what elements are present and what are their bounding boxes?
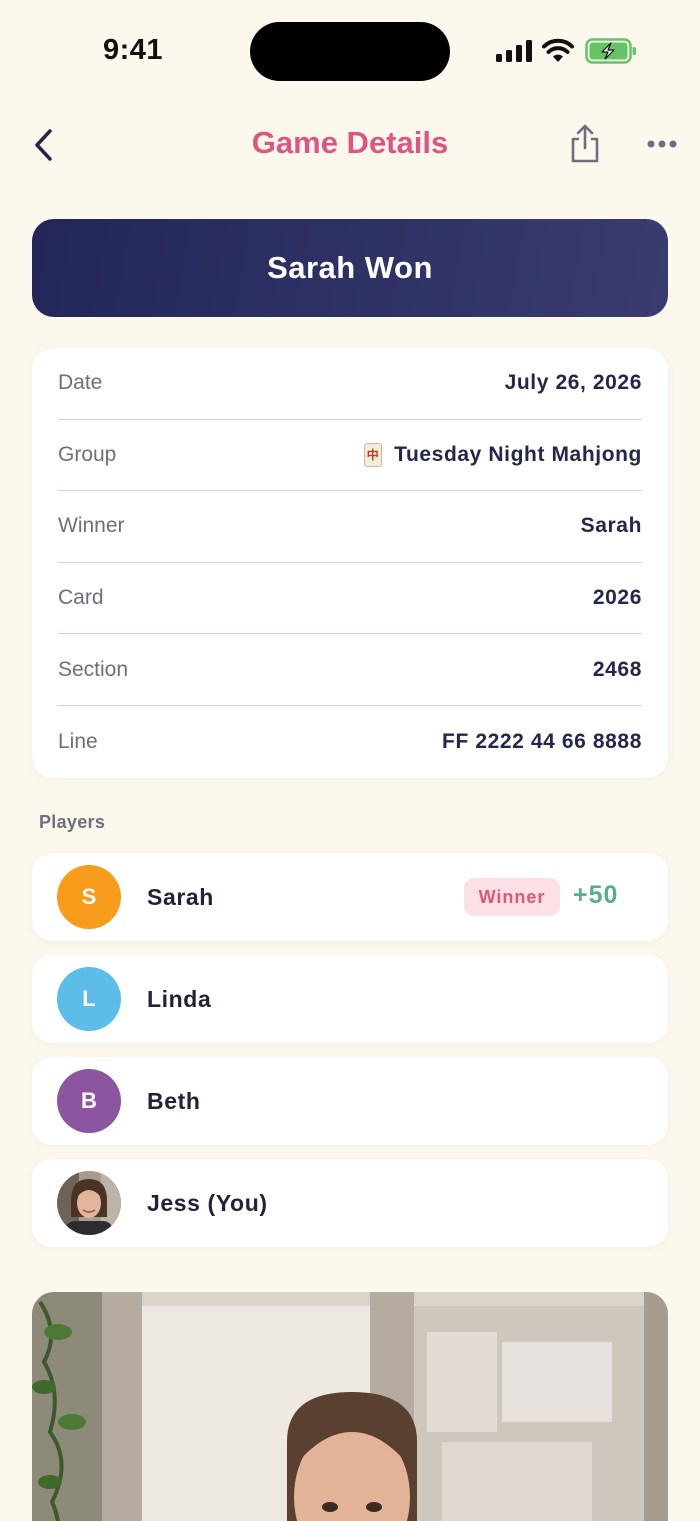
detail-value: Sarah: [580, 514, 642, 538]
player-name: Beth: [147, 1087, 201, 1114]
player-row-sarah[interactable]: S Sarah Winner +50: [32, 853, 668, 941]
player-name: Jess (You): [147, 1189, 268, 1216]
avatar-initial: B: [81, 1088, 97, 1113]
detail-row-winner: Winner Sarah: [58, 491, 642, 563]
detail-label: Winner: [58, 514, 125, 538]
detail-value: July 26, 2026: [504, 371, 642, 395]
detail-label: Date: [58, 371, 103, 395]
detail-row-card: Card 2026: [58, 563, 642, 635]
detail-row-section: Section 2468: [58, 634, 642, 706]
avatar-photo: [57, 1171, 121, 1235]
mahjong-tile-icon: 中: [364, 442, 383, 467]
player-points: +50: [573, 881, 619, 909]
players-section-label: Players: [39, 812, 106, 832]
detail-value: FF 2222 44 66 8888: [442, 729, 642, 753]
detail-label: Line: [58, 729, 98, 753]
share-icon[interactable]: [568, 122, 602, 164]
player-row-beth[interactable]: B Beth: [32, 1057, 668, 1145]
player-row-jess[interactable]: Jess (You): [32, 1159, 668, 1247]
dynamic-island: [250, 22, 450, 81]
more-options-icon[interactable]: [642, 132, 682, 156]
game-details-card: Date July 26, 2026 Group 中 Tuesday Night…: [32, 348, 668, 778]
detail-label: Section: [58, 657, 129, 681]
player-row-linda[interactable]: L Linda: [32, 955, 668, 1043]
status-time: 9:41: [103, 34, 164, 66]
avatar: B: [57, 1069, 121, 1133]
detail-value: Tuesday Night Mahjong: [394, 442, 642, 466]
game-photo[interactable]: [32, 1292, 668, 1521]
wifi-icon: [542, 38, 574, 62]
detail-value: 2026: [592, 586, 642, 610]
player-name: Linda: [147, 985, 212, 1012]
detail-row-date: Date July 26, 2026: [58, 348, 642, 420]
avatar: S: [57, 865, 121, 929]
detail-label: Card: [58, 586, 104, 610]
detail-row-line: Line FF 2222 44 66 8888: [58, 706, 642, 778]
detail-row-group[interactable]: Group 中 Tuesday Night Mahjong: [58, 420, 642, 492]
winner-badge: Winner: [464, 878, 560, 916]
winner-banner-text: Sarah Won: [267, 250, 433, 285]
cellular-signal-icon: [496, 40, 532, 62]
detail-label: Group: [58, 442, 117, 466]
avatar-initial: S: [81, 884, 97, 909]
navigation-bar: Game Details: [0, 110, 700, 180]
status-bar: 9:41: [0, 0, 700, 100]
avatar-initial: L: [82, 986, 96, 1011]
player-name: Sarah: [147, 883, 214, 910]
detail-value: 2468: [592, 657, 642, 681]
winner-banner: Sarah Won: [32, 219, 668, 317]
game-photo-image: [32, 1292, 668, 1521]
avatar: L: [57, 967, 121, 1031]
battery-charging-icon: [585, 38, 636, 64]
